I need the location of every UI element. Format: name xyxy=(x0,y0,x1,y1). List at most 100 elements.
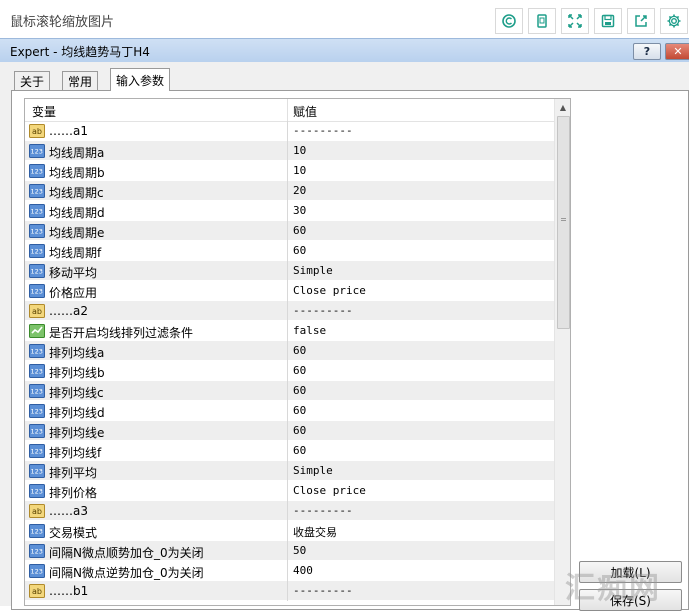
parameter-row[interactable]: 123 均线周期c 20 xyxy=(25,181,554,201)
settings-gear-icon[interactable] xyxy=(660,8,688,34)
parameter-value-cell[interactable]: 60 xyxy=(287,381,554,401)
parameter-name-cell[interactable]: ab ……a2 xyxy=(25,301,287,321)
parameter-value-cell[interactable]: 60 xyxy=(287,441,554,461)
svg-text:123: 123 xyxy=(31,268,43,276)
parameter-name-cell[interactable]: 123 排列均线b xyxy=(25,361,287,381)
parameter-row[interactable]: 123 均线周期d 30 xyxy=(25,201,554,221)
parameter-name-cell[interactable]: ab ……a1 xyxy=(25,121,287,141)
parameter-value-cell[interactable]: 60 xyxy=(287,361,554,381)
parameter-row[interactable]: 123 排列均线d 60 xyxy=(25,401,554,421)
parameter-row[interactable]: 是否开启均线排列过滤条件 false xyxy=(25,321,554,341)
parameter-value-cell[interactable]: 10 xyxy=(287,141,554,161)
parameter-row[interactable]: 123 排列均线c 60 xyxy=(25,381,554,401)
parameter-value-cell[interactable]: Simple xyxy=(287,261,554,281)
save-icon[interactable] xyxy=(594,8,622,34)
parameter-name-cell[interactable]: 123 排列均线c xyxy=(25,381,287,401)
parameter-name-cell[interactable]: 123 交易模式 xyxy=(25,521,287,541)
parameter-row[interactable]: 123 均线周期b 10 xyxy=(25,161,554,181)
parameter-name-cell[interactable]: 123 均线周期d xyxy=(25,201,287,221)
parameter-name-cell[interactable]: 123 均线周期f xyxy=(25,241,287,261)
close-button[interactable]: ✕ xyxy=(665,43,689,60)
column-header-value[interactable]: 赋值 xyxy=(293,103,317,120)
parameter-row[interactable]: 123 排列平均 Simple xyxy=(25,461,554,481)
parameter-row[interactable]: 123 移动平均 Simple xyxy=(25,261,554,281)
parameter-name-cell[interactable]: 123 排列均线f xyxy=(25,441,287,461)
parameter-name-cell[interactable]: 123 排列均线d xyxy=(25,401,287,421)
parameter-name: 均线周期f xyxy=(49,246,102,260)
actual-size-icon[interactable] xyxy=(528,8,556,34)
parameter-value-cell[interactable]: --------- xyxy=(287,501,554,521)
parameter-value-cell[interactable]: 50 xyxy=(287,541,554,561)
parameter-value-cell[interactable]: --------- xyxy=(287,581,554,601)
grid-rows: ab ……a1 --------- 123 均线周期a 10 123 均线周期b 10 123 均线… xyxy=(25,121,554,601)
parameter-value: Close price xyxy=(293,484,366,497)
parameter-value-cell[interactable]: false xyxy=(287,321,554,341)
parameter-row[interactable]: 123 均线周期f 60 xyxy=(25,241,554,261)
parameter-name: ……a2 xyxy=(49,304,88,318)
column-divider[interactable] xyxy=(287,99,288,121)
parameter-value: 400 xyxy=(293,564,313,577)
parameter-value-cell[interactable]: 60 xyxy=(287,221,554,241)
parameter-row[interactable]: 123 排列均线b 60 xyxy=(25,361,554,381)
parameter-value: 60 xyxy=(293,384,307,397)
parameter-value-cell[interactable]: --------- xyxy=(287,121,554,141)
tab-inputs[interactable]: 输入参数 xyxy=(110,68,171,91)
parameter-row[interactable]: 123 排列均线e 60 xyxy=(25,421,554,441)
parameter-row[interactable]: 123 排列均线a 60 xyxy=(25,341,554,361)
parameter-name-cell[interactable]: 123 间隔N微点顺势加仓_0为关闭 xyxy=(25,541,287,561)
scrollbar-thumb[interactable] xyxy=(557,116,570,329)
tab-about[interactable]: 关于 xyxy=(14,71,51,90)
parameter-value-cell[interactable]: 30 xyxy=(287,201,554,221)
parameter-row[interactable]: 123 间隔N微点逆势加仓_0为关闭 400 xyxy=(25,561,554,581)
zoom-reset-icon[interactable] xyxy=(495,8,523,34)
parameter-name-cell[interactable]: 123 排列价格 xyxy=(25,481,287,501)
parameter-row[interactable]: ab ……b1 --------- xyxy=(25,581,554,601)
parameter-row[interactable]: 123 排列均线f 60 xyxy=(25,441,554,461)
parameter-name-cell[interactable]: 123 排列均线e xyxy=(25,421,287,441)
column-header-variable[interactable]: 变量 xyxy=(32,103,56,120)
parameter-name-cell[interactable]: 123 间隔N微点逆势加仓_0为关闭 xyxy=(25,561,287,581)
parameter-row[interactable]: ab ……a3 --------- xyxy=(25,501,554,521)
parameter-name-cell[interactable]: 是否开启均线排列过滤条件 xyxy=(25,321,287,341)
parameter-value-cell[interactable]: 60 xyxy=(287,421,554,441)
parameter-row[interactable]: ab ……a2 --------- xyxy=(25,301,554,321)
parameter-row[interactable]: 123 排列价格 Close price xyxy=(25,481,554,501)
parameter-row[interactable]: 123 均线周期a 10 xyxy=(25,141,554,161)
parameter-name-cell[interactable]: ab ……b1 xyxy=(25,581,287,601)
parameter-name-cell[interactable]: 123 排列平均 xyxy=(25,461,287,481)
parameter-name-cell[interactable]: 123 均线周期e xyxy=(25,221,287,241)
parameter-name-cell[interactable]: 123 移动平均 xyxy=(25,261,287,281)
fullscreen-icon[interactable] xyxy=(561,8,589,34)
parameter-value-cell[interactable]: 60 xyxy=(287,401,554,421)
parameter-name-cell[interactable]: 123 排列均线a xyxy=(25,341,287,361)
parameter-value-cell[interactable]: Close price xyxy=(287,481,554,501)
scroll-up-arrow-icon[interactable]: ▲ xyxy=(555,99,570,116)
parameter-value-cell[interactable]: 60 xyxy=(287,341,554,361)
parameter-row[interactable]: 123 交易模式 收盘交易 xyxy=(25,521,554,541)
parameter-value-cell[interactable]: --------- xyxy=(287,301,554,321)
parameter-value-cell[interactable]: Simple xyxy=(287,461,554,481)
parameter-row[interactable]: 123 间隔N微点顺势加仓_0为关闭 50 xyxy=(25,541,554,561)
parameter-name-cell[interactable]: 123 价格应用 xyxy=(25,281,287,301)
parameter-name-cell[interactable]: 123 均线周期a xyxy=(25,141,287,161)
parameter-row[interactable]: 123 均线周期e 60 xyxy=(25,221,554,241)
parameter-name-cell[interactable]: ab ……a3 xyxy=(25,501,287,521)
tab-common[interactable]: 常用 xyxy=(62,71,99,90)
help-button[interactable]: ? xyxy=(633,43,661,60)
parameter-value-cell[interactable]: 20 xyxy=(287,181,554,201)
dialog-title-bar[interactable]: Expert - 均线趋势马丁H4 ? ✕ xyxy=(0,38,689,62)
parameter-value-cell[interactable]: 10 xyxy=(287,161,554,181)
parameter-value: 60 xyxy=(293,244,307,257)
svg-text:123: 123 xyxy=(31,348,43,356)
parameter-row[interactable]: 123 价格应用 Close price xyxy=(25,281,554,301)
share-icon[interactable] xyxy=(627,8,655,34)
parameter-name-cell[interactable]: 123 均线周期c xyxy=(25,181,287,201)
parameter-name-cell[interactable]: 123 均线周期b xyxy=(25,161,287,181)
parameter-value-cell[interactable]: 60 xyxy=(287,241,554,261)
parameter-value-cell[interactable]: Close price xyxy=(287,281,554,301)
parameter-value-cell[interactable]: 400 xyxy=(287,561,554,581)
vertical-scrollbar[interactable]: ▲ xyxy=(554,99,570,605)
parameter-name: ……b1 xyxy=(49,584,89,598)
parameter-value-cell[interactable]: 收盘交易 xyxy=(287,521,554,541)
parameter-row[interactable]: ab ……a1 --------- xyxy=(25,121,554,141)
